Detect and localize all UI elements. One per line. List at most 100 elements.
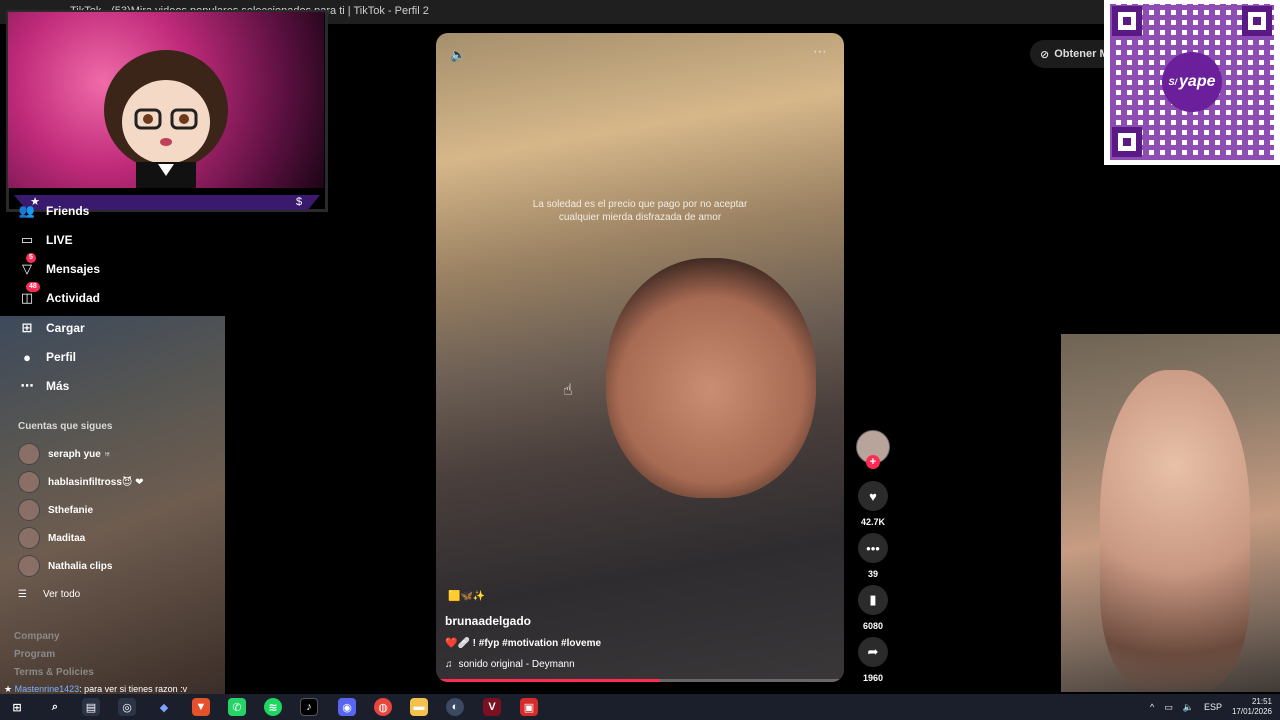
messages-badge: 5 [26, 253, 36, 263]
video-subject [606, 258, 816, 498]
sidebar-item-messages[interactable]: ▽ 5 Mensajes [18, 253, 100, 278]
footer-link-company[interactable]: Company [14, 631, 60, 642]
save-count: 6080 [862, 621, 884, 631]
following-account[interactable]: hablasinfiltross😈 ❤ [18, 471, 144, 493]
taskbar: ⊞ ⌕ ▤ ◎ ◆ ▼ ✆ ≋ ♪ ◉ ◍ ▬ ◐ V ▣ ^ ▭ 🔈 ESP … [0, 694, 1280, 720]
comment-button[interactable]: ••• 39 [855, 533, 891, 579]
get-app-label: Obtener M [1054, 48, 1109, 60]
account-name: hablasinfiltross😈 ❤ [48, 476, 144, 488]
avatar [18, 527, 40, 549]
sidebar-item-label: Más [46, 379, 70, 393]
see-all-link[interactable]: ☰ Ver todo [18, 589, 80, 600]
messages-icon: ▽ 5 [18, 253, 36, 278]
following-account[interactable]: Maditaa [18, 527, 85, 549]
sound-name: sonido original - Deymann [458, 659, 575, 670]
account-name: Nathalia clips [48, 560, 113, 572]
more-options-icon[interactable]: ⋯ [813, 43, 828, 60]
system-tray: ^ ▭ 🔈 ESP 21:51 17/01/2026 [1150, 697, 1272, 717]
music-note-icon: ♫ [445, 659, 453, 670]
footer-link-terms[interactable]: Terms & Policies [14, 667, 94, 678]
comment-count: 39 [867, 569, 878, 579]
valorant-icon[interactable]: V [483, 698, 501, 716]
star-icon: ★ [4, 684, 15, 694]
task-view-icon[interactable]: ▤ [82, 698, 100, 716]
video-author[interactable]: brunaadelgado [445, 614, 531, 628]
save-button[interactable]: ▮ 6080 [855, 585, 891, 631]
hand-cursor-icon: ☝ [563, 382, 573, 399]
account-name: Maditaa [48, 532, 86, 544]
video-player[interactable]: 🔈 ⋯ La soledad es el precio que pago por… [436, 33, 844, 682]
upload-icon: ⊞ [21, 320, 33, 335]
clock-date: 17/01/2026 [1231, 707, 1272, 716]
avatar [18, 499, 40, 521]
activity-icon: ◫ 48 [18, 282, 40, 307]
share-count: 1960 [862, 673, 884, 683]
obs-icon[interactable]: ◐ [446, 698, 464, 716]
see-all-label: Ver todo [42, 589, 81, 600]
sidebar-item-friends[interactable]: 👥 Friends [18, 202, 89, 220]
sidebar-item-label: Actividad [46, 291, 101, 305]
following-account[interactable]: seraph yue ♅ [18, 443, 111, 465]
avatar [18, 555, 40, 577]
video-progress-fill [436, 679, 661, 682]
list-icon: ☰ [18, 589, 27, 600]
yape-currency: S/ [1168, 77, 1178, 87]
sidebar-item-upload[interactable]: ⊞ Cargar [18, 319, 85, 337]
speaker-icon[interactable]: 🔈 [450, 47, 466, 63]
yape-brand: yape [1179, 73, 1216, 90]
clock[interactable]: 21:51 17/01/2026 [1232, 697, 1272, 717]
sidebar-item-label: Perfil [46, 350, 77, 364]
search-icon[interactable]: ⌕ [46, 698, 64, 716]
video-progress-bar[interactable] [436, 679, 844, 682]
footer-link-program[interactable]: Program [14, 649, 55, 660]
follow-plus-icon[interactable]: + [866, 455, 880, 469]
live-icon: ▭ [20, 232, 34, 247]
app-icon: ⊘ [1040, 48, 1050, 61]
language-indicator[interactable]: ESP [1204, 702, 1222, 712]
video-sound[interactable]: ♫ sonido original - Deymann [445, 659, 575, 670]
app-red-icon[interactable]: ▣ [520, 698, 538, 716]
tiktok-icon[interactable]: ♪ [300, 698, 318, 716]
yape-logo: S/ yape [1162, 52, 1222, 112]
steam-icon[interactable]: ◎ [118, 698, 136, 716]
coin-icon: $ [295, 196, 303, 208]
chibi-avatar-illustration [104, 50, 228, 188]
account-name: Sthefanie [48, 504, 94, 516]
qr-finder [1112, 127, 1142, 157]
chat-text: : para ver si tienes razon :v [79, 684, 188, 694]
like-count: 42.7K [860, 517, 886, 527]
chevron-up-icon[interactable]: ^ [1150, 702, 1154, 712]
qr-finder [1242, 6, 1272, 36]
network-icon[interactable]: ▭ [1164, 702, 1173, 713]
share-button[interactable]: ➦ 1960 [855, 637, 891, 683]
brave-icon[interactable]: ▼ [192, 698, 210, 716]
following-account[interactable]: Nathalia clips [18, 555, 112, 577]
avatar [18, 471, 40, 493]
folder-icon[interactable]: ▬ [410, 698, 428, 716]
whatsapp-icon[interactable]: ✆ [228, 698, 246, 716]
discord-icon[interactable]: ◉ [338, 698, 356, 716]
volume-icon[interactable]: 🔈 [1183, 702, 1194, 713]
chrome-icon[interactable]: ◍ [374, 698, 392, 716]
spotify-icon[interactable]: ≋ [264, 698, 282, 716]
following-account[interactable]: Sthefanie [18, 499, 93, 521]
sidebar-item-activity[interactable]: ◫ 48 Actividad [18, 282, 101, 307]
sidebar-item-live[interactable]: ▭ LIVE [18, 231, 73, 249]
sidebar-item-more[interactable]: ⋯ Más [18, 377, 70, 395]
app-icon[interactable]: ◆ [155, 698, 173, 716]
yape-qr-code: S/ yape [1104, 0, 1280, 165]
windows-start-icon[interactable]: ⊞ [8, 698, 26, 716]
profile-icon: ● [23, 349, 31, 365]
heart-icon: ♥ [858, 481, 888, 511]
account-name: seraph yue ♅ [48, 448, 112, 460]
video-emojis: 🟨🦋✨ [448, 591, 486, 602]
like-button[interactable]: ♥ 42.7K [855, 481, 891, 527]
following-heading: Cuentas que sigues [18, 421, 113, 432]
sidebar-item-label: Cargar [46, 321, 85, 335]
sidebar-item-profile[interactable]: ● Perfil [18, 348, 76, 366]
video-description[interactable]: ❤️🩹 ! #fyp #motivation #loveme [445, 638, 601, 649]
avatar [18, 443, 40, 465]
comment-icon: ••• [858, 533, 888, 563]
more-icon: ⋯ [20, 378, 34, 393]
webcam-right-subject [1100, 370, 1250, 690]
